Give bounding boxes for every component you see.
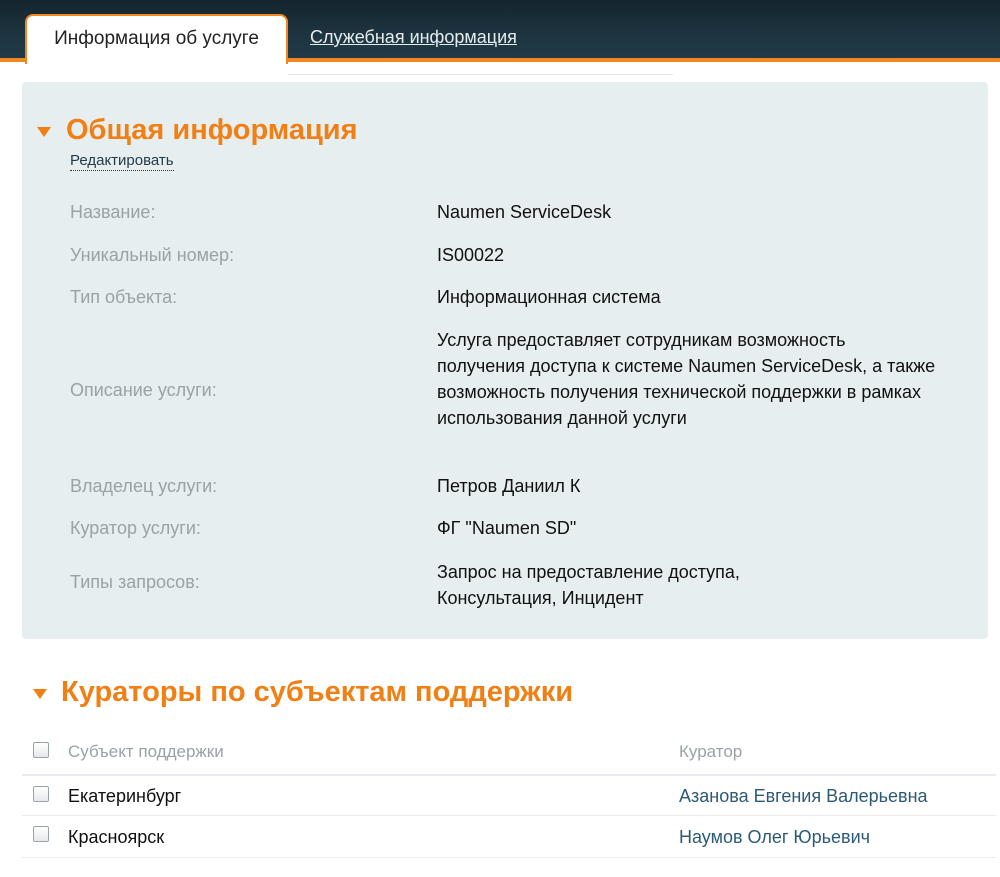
table-cell-curator-link[interactable]: Азанова Евгения Валерьевна xyxy=(679,786,928,807)
row-checkbox[interactable] xyxy=(33,786,49,802)
table-divider xyxy=(22,774,996,776)
name-label: Название: xyxy=(70,202,156,222)
row-checkbox[interactable] xyxy=(33,826,49,842)
table-cell-curator-link[interactable]: Наумов Олег Юрьевич xyxy=(679,827,870,848)
table-divider xyxy=(22,815,996,816)
description-value: Услуга предоставляет сотрудникам возможн… xyxy=(437,330,936,428)
collapse-triangle-icon[interactable] xyxy=(37,127,51,137)
column-header-curator[interactable]: Куратор xyxy=(679,742,742,762)
tab-service-info[interactable]: Информация об услуге xyxy=(25,14,288,64)
table-cell-subject: Екатеринбург xyxy=(68,786,182,806)
type-value: Информационная система xyxy=(437,287,661,307)
curators-title: Кураторы по субъектам поддержки xyxy=(61,676,574,708)
collapse-triangle-icon[interactable] xyxy=(33,689,47,699)
tab-divider xyxy=(288,74,673,75)
select-all-checkbox[interactable] xyxy=(33,742,49,758)
tab-service-details[interactable]: Служебная информация xyxy=(310,27,517,48)
edit-link[interactable]: Редактировать xyxy=(70,152,174,171)
table-divider xyxy=(22,857,996,858)
curator-value: ФГ "Naumen SD" xyxy=(437,518,577,538)
owner-value: Петров Даниил К xyxy=(437,476,581,496)
number-label: Уникальный номер: xyxy=(70,245,235,265)
table-cell-subject: Красноярск xyxy=(68,827,165,847)
type-label: Тип объекта: xyxy=(70,287,178,307)
curator-label: Куратор услуги: xyxy=(70,518,201,538)
name-value: Naumen ServiceDesk xyxy=(437,202,612,222)
request-types-label: Типы запросов: xyxy=(70,572,200,592)
description-label: Описание услуги: xyxy=(70,380,217,400)
general-info-title: Общая информация xyxy=(66,114,358,146)
owner-label: Владелец услуги: xyxy=(70,476,218,496)
column-header-subject[interactable]: Субъект поддержки xyxy=(68,742,224,762)
request-types-value: Запрос на предоставление доступа, Консул… xyxy=(437,562,740,608)
number-value: IS00022 xyxy=(437,245,505,265)
